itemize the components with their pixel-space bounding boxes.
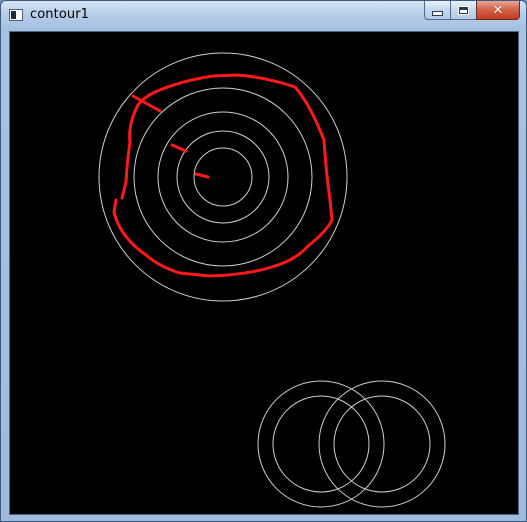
maximize-icon: [458, 5, 469, 15]
right-ring-inner: [333, 395, 431, 493]
close-icon: ✕: [492, 2, 504, 18]
minimize-button[interactable]: [424, 1, 450, 20]
concentric-rings: [98, 52, 348, 302]
window-app-icon[interactable]: [9, 9, 23, 21]
left-ring-inner: [272, 395, 370, 493]
title-bar[interactable]: contour1 ✕: [1, 1, 526, 31]
red-contours: [112, 73, 334, 278]
maximize-button[interactable]: [450, 1, 476, 20]
contour-tick-2: [170, 143, 188, 153]
ring-4: [133, 87, 313, 267]
image-canvas[interactable]: [9, 31, 519, 515]
interlocking-rings: [257, 380, 446, 508]
contour-tick-3: [194, 172, 210, 179]
ring-outer: [98, 52, 348, 302]
contour-drawing: [98, 52, 446, 508]
close-button[interactable]: ✕: [476, 1, 520, 20]
contour1-window: contour1 ✕: [0, 0, 527, 522]
caption-buttons: ✕: [424, 1, 520, 21]
ring-2: [176, 130, 270, 224]
minimize-icon: [432, 10, 443, 16]
right-ring-outer: [318, 380, 446, 508]
window-title: contour1: [30, 7, 90, 22]
left-ring-outer: [257, 380, 385, 508]
